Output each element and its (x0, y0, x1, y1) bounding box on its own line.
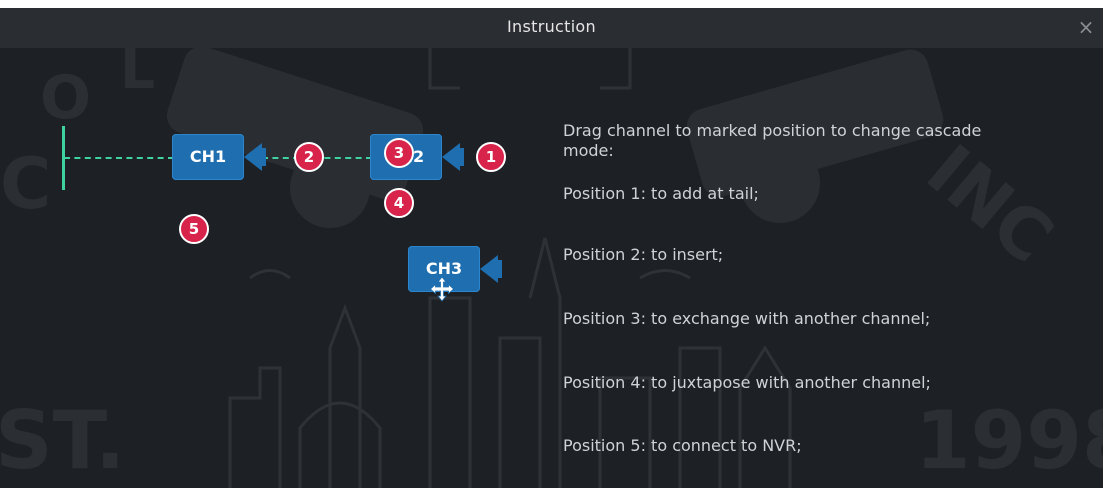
dialog-title: Instruction (507, 17, 596, 36)
instruction-heading-line: mode: (563, 141, 614, 160)
camera-lens (258, 148, 266, 166)
instruction-heading-line: Drag channel to marked position to chang… (563, 121, 982, 140)
position-4-text: Position 4: to juxtapose with another ch… (563, 373, 931, 392)
channel-label: CH1 (189, 147, 227, 166)
watermark-text: 1998 (915, 394, 1103, 487)
position-badge-3: 3 (384, 138, 414, 168)
watermark-text: ST. (0, 394, 125, 487)
camera-lens (494, 260, 502, 278)
move-cursor-icon (429, 276, 455, 302)
position-badge-1: 1 (476, 142, 506, 172)
instruction-dialog: ST. 1998 C O L INC Instruction × CH1 CH2… (0, 8, 1103, 488)
background-artwork: ST. 1998 C O L INC (0, 48, 1103, 488)
instruction-heading: Drag channel to marked position to chang… (563, 121, 981, 161)
position-1-text: Position 1: to add at tail; (563, 184, 759, 203)
position-2-text: Position 2: to insert; (563, 245, 724, 264)
position-5-text: Position 5: to connect to NVR; (563, 436, 802, 455)
position-badge-2: 2 (294, 142, 324, 172)
cascade-link-line (64, 157, 174, 159)
watermark-text: C (0, 143, 51, 225)
title-bar: Instruction × (0, 8, 1103, 48)
watermark-text: L (120, 48, 155, 101)
camera-lens (456, 148, 464, 166)
position-badge-4: 4 (384, 188, 414, 218)
position-badge-5: 5 (179, 214, 209, 244)
position-3-text: Position 3: to exchange with another cha… (563, 309, 931, 328)
close-icon[interactable]: × (1075, 16, 1097, 38)
watermark-text: O (40, 63, 91, 133)
